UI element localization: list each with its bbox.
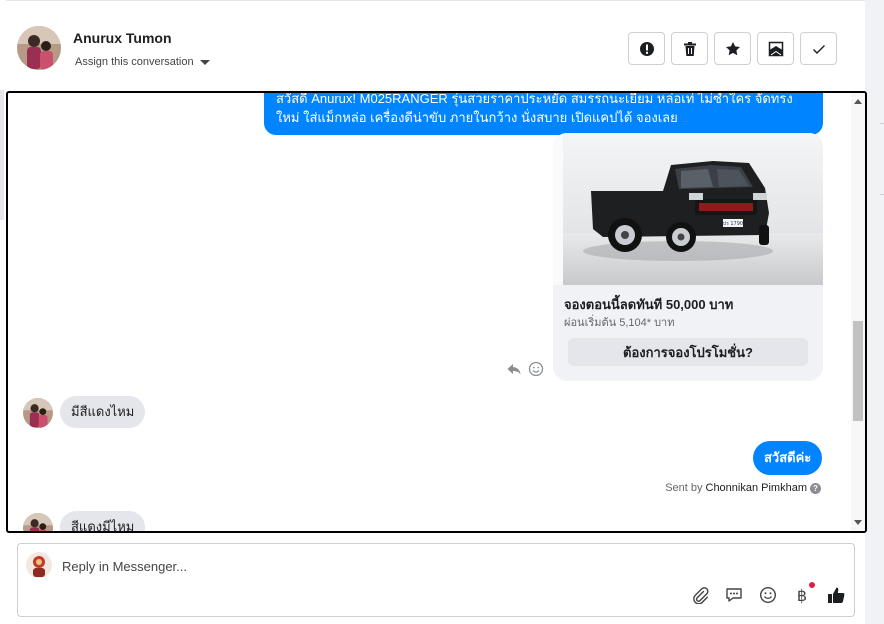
scroll-thumb[interactable] xyxy=(853,321,863,421)
payment-button[interactable]: ฿ xyxy=(792,582,815,605)
reply-composer: ฿ xyxy=(17,543,855,617)
thumbs-up-icon xyxy=(828,587,845,603)
message-thread[interactable]: สวัสดี Anurux! M025RANGER รุ่นสวยราคาประ… xyxy=(6,91,867,533)
conversation-header: Anurux Tumon Assign this conversation xyxy=(6,0,865,92)
contact-avatar-small[interactable] xyxy=(23,513,53,531)
card-title: จองตอนนี้ลดทันที 50,000 บาท xyxy=(564,297,734,312)
page-avatar xyxy=(26,552,52,578)
speech-bubble-icon xyxy=(726,588,742,602)
mark-unread-button[interactable] xyxy=(757,32,794,65)
reply-input[interactable] xyxy=(62,555,662,577)
message-actions xyxy=(506,361,544,377)
scroll-up-icon[interactable] xyxy=(854,99,862,104)
mark-spam-button[interactable] xyxy=(628,32,665,65)
smiley-icon xyxy=(759,586,777,604)
outgoing-promo-message: สวัสดี Anurux! M025RANGER รุ่นสวยราคาประ… xyxy=(264,91,823,135)
baht-icon: ฿ xyxy=(796,585,808,605)
star-icon xyxy=(725,41,740,55)
notification-dot xyxy=(809,582,815,588)
card-subtitle: ผ่อนเริ่มต้น 5,104* บาท xyxy=(564,317,675,329)
pickup-truck-image[interactable]: ปร 1790 xyxy=(553,133,823,285)
caret-down-icon xyxy=(199,60,210,65)
conversation-actions xyxy=(628,32,837,65)
contact-name[interactable]: Anurux Tumon xyxy=(73,30,172,46)
sent-by-label: Sent by Chonnikan Pimkham ? xyxy=(665,482,821,494)
promo-text: สวัสดี Anurux! M025RANGER รุ่นสวยราคาประ… xyxy=(276,91,793,125)
check-icon xyxy=(812,44,825,54)
assign-conversation-dropdown[interactable]: Assign this conversation xyxy=(75,56,210,68)
side-panel-edge xyxy=(865,0,884,624)
contact-avatar[interactable] xyxy=(17,26,61,70)
like-button[interactable] xyxy=(826,585,846,605)
mail-unread-icon xyxy=(768,41,783,56)
trash-icon xyxy=(683,41,696,56)
promo-booking-button[interactable]: ต้องการจองโปรโมชั่น? xyxy=(568,338,808,366)
left-panel-edge xyxy=(0,90,4,220)
reply-icon[interactable] xyxy=(506,361,522,377)
delete-button[interactable] xyxy=(671,32,708,65)
emoji-react-icon[interactable] xyxy=(528,361,544,377)
divider xyxy=(880,123,884,124)
composer-toolbar: ฿ xyxy=(690,582,846,605)
thread-scrollbar[interactable] xyxy=(851,93,865,531)
contact-avatar-small[interactable] xyxy=(23,398,53,428)
incoming-message: สีแดงมีไหม xyxy=(60,511,146,531)
star-button[interactable] xyxy=(714,32,751,65)
assign-label: Assign this conversation xyxy=(75,56,194,68)
attach-file-button[interactable] xyxy=(690,585,710,605)
saved-replies-button[interactable] xyxy=(724,585,744,605)
mark-done-button[interactable] xyxy=(800,32,837,65)
sent-by-prefix: Sent by xyxy=(665,482,703,494)
scroll-down-icon[interactable] xyxy=(854,520,862,525)
paperclip-icon xyxy=(693,587,709,604)
alert-circle-icon xyxy=(639,41,654,56)
license-plate: ปร 1790 xyxy=(723,221,743,227)
incoming-message: มีสีแดงไหม xyxy=(60,396,146,428)
emoji-button[interactable] xyxy=(758,585,778,605)
divider xyxy=(880,194,884,195)
messenger-inbox: Anurux Tumon Assign this conversation สว… xyxy=(0,0,884,624)
product-card[interactable]: ปร 1790 จองตอนนี้ลดทันที 50,000 บาท ผ่อน… xyxy=(553,133,823,381)
sent-by-agent: Chonnikan Pimkham xyxy=(705,482,808,494)
outgoing-message: สวัสดีค่ะ xyxy=(753,441,823,475)
help-icon[interactable]: ? xyxy=(810,482,821,494)
